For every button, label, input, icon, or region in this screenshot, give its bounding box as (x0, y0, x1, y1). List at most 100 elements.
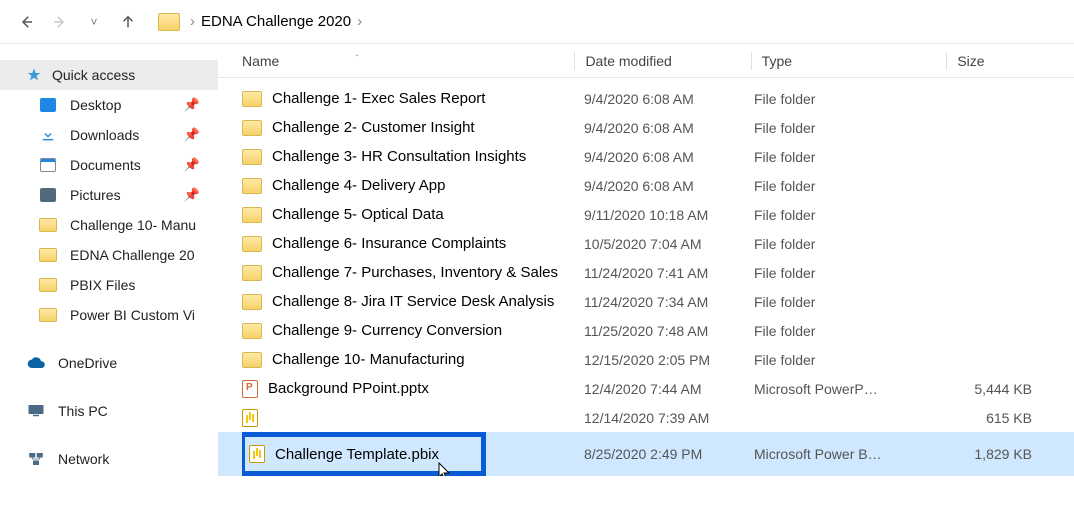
file-row[interactable]: Challenge Template.pbix8/25/2020 2:49 PM… (218, 432, 1074, 476)
file-date: 11/24/2020 7:34 AM (584, 294, 754, 310)
file-date: 9/11/2020 10:18 AM (584, 207, 754, 223)
pptx-icon (242, 380, 258, 398)
file-type: File folder (754, 120, 944, 136)
folder-icon (242, 207, 262, 223)
file-name: Challenge 8- Jira IT Service Desk Analys… (272, 293, 554, 310)
sort-indicator-icon: ＾ (351, 53, 362, 69)
pbix-icon (242, 409, 258, 427)
file-type: File folder (754, 294, 944, 310)
file-date: 11/24/2020 7:41 AM (584, 265, 754, 281)
sidebar-item-label: This PC (58, 403, 108, 419)
pictures-icon (40, 188, 56, 202)
file-row[interactable]: Challenge 4- Delivery App9/4/2020 6:08 A… (218, 171, 1074, 200)
file-row[interactable]: Challenge 9- Currency Conversion 11/25/20… (218, 316, 1074, 345)
navigation-pane: Quick access Desktop 📌 Downloads 📌 Docum… (0, 44, 218, 524)
file-type: File folder (754, 149, 944, 165)
file-row[interactable]: Challenge 8- Jira IT Service Desk Analys… (218, 287, 1074, 316)
file-date: 9/4/2020 6:08 AM (584, 91, 754, 107)
folder-icon (242, 178, 262, 194)
sidebar-item-onedrive[interactable]: OneDrive (0, 348, 218, 378)
column-header-size[interactable]: Size (957, 53, 1074, 69)
up-button[interactable] (116, 10, 140, 34)
folder-icon (242, 323, 262, 339)
sidebar-item-label: PBIX Files (70, 277, 135, 293)
sidebar-item-folder[interactable]: Power BI Custom Vi (0, 300, 218, 330)
file-name: Challenge 9- Currency Conversion (272, 322, 502, 339)
file-name: Challenge 7- Purchases, Inventory & Sale… (272, 264, 558, 281)
forward-button[interactable] (48, 10, 72, 34)
sidebar-item-folder[interactable]: Challenge 10- Manu (0, 210, 218, 240)
quick-access-header[interactable]: Quick access (0, 60, 218, 90)
sidebar-item-label: OneDrive (58, 355, 117, 371)
documents-icon (40, 158, 56, 172)
file-name: Background PPoint.pptx (268, 380, 429, 397)
pin-icon: 📌 (184, 187, 200, 203)
sidebar-item-folder[interactable]: EDNA Challenge 20 (0, 240, 218, 270)
file-name: Challenge 2- Customer Insight (272, 119, 475, 136)
folder-icon (39, 278, 57, 292)
file-date: 12/15/2020 2:05 PM (584, 352, 754, 368)
thispc-icon (26, 402, 46, 420)
chevron-right-icon[interactable]: › (190, 13, 195, 30)
sidebar-item-thispc[interactable]: This PC (0, 396, 218, 426)
sidebar-item-folder[interactable]: PBIX Files (0, 270, 218, 300)
file-row[interactable]: Background PPoint.pptx 12/4/2020 7:44 AMM… (218, 374, 1074, 403)
desktop-icon (40, 98, 56, 112)
pbix-icon (249, 445, 265, 463)
file-date: 12/4/2020 7:44 AM (584, 381, 754, 397)
pin-icon: 📌 (184, 157, 200, 173)
sidebar-item-label: Pictures (70, 187, 121, 203)
folder-icon (39, 218, 57, 232)
file-date: 11/25/2020 7:48 AM (584, 323, 754, 339)
file-type: File folder (754, 323, 944, 339)
address-bar: ˅ › EDNA Challenge 2020 › (0, 0, 1074, 44)
file-date: 9/4/2020 6:08 AM (584, 149, 754, 165)
file-date: 9/4/2020 6:08 AM (584, 120, 754, 136)
folder-icon (242, 91, 262, 107)
file-type: File folder (754, 178, 944, 194)
sidebar-item-label: Challenge 10- Manu (70, 217, 196, 233)
file-type: Microsoft Power B… (754, 446, 944, 462)
file-type: File folder (754, 207, 944, 223)
file-name: Challenge 10- Manufacturing (272, 351, 465, 368)
breadcrumb[interactable]: › EDNA Challenge 2020 › (150, 13, 368, 31)
sidebar-item-label: Network (58, 451, 109, 467)
pin-icon: 📌 (184, 127, 200, 143)
file-row[interactable]: Challenge 5- Optical Data9/11/2020 10:18… (218, 200, 1074, 229)
file-row[interactable]: Challenge 3- HR Consultation Insights9/4… (218, 142, 1074, 171)
pin-icon: 📌 (184, 97, 200, 113)
folder-icon (242, 120, 262, 136)
file-row[interactable]: Challenge 7- Purchases, Inventory & Sale… (218, 258, 1074, 287)
file-date: 9/4/2020 6:08 AM (584, 178, 754, 194)
column-header-name[interactable]: Name ＾ (242, 53, 574, 69)
file-type: Microsoft PowerP… (754, 381, 944, 397)
file-type: File folder (754, 236, 944, 252)
back-button[interactable] (14, 10, 38, 34)
file-date: 12/14/2020 7:39 AM (584, 410, 754, 426)
sidebar-item-label: Desktop (70, 97, 121, 113)
sidebar-item-pictures[interactable]: Pictures 📌 (0, 180, 218, 210)
star-icon (26, 67, 42, 83)
folder-icon (39, 248, 57, 262)
column-header-type[interactable]: Type (762, 53, 947, 69)
folder-icon (242, 352, 262, 368)
file-row[interactable]: Challenge 2- Customer Insight 9/4/2020 6:… (218, 113, 1074, 142)
sidebar-item-documents[interactable]: Documents 📌 (0, 150, 218, 180)
file-row[interactable]: Challenge 1- Exec Sales Report9/4/2020 6… (218, 84, 1074, 113)
file-list-pane: Name ＾ Date modified Type Size Challenge… (218, 44, 1074, 524)
recent-locations-dropdown[interactable]: ˅ (82, 10, 106, 34)
breadcrumb-folder[interactable]: EDNA Challenge 2020 (201, 13, 351, 30)
file-type: File folder (754, 265, 944, 281)
folder-icon (242, 149, 262, 165)
column-header-date[interactable]: Date modified (585, 53, 750, 69)
file-row[interactable]: 12/14/2020 7:39 AM615 KB (218, 403, 1074, 432)
onedrive-icon (26, 354, 46, 372)
sidebar-item-label: EDNA Challenge 20 (70, 247, 195, 263)
file-name: Challenge 6- Insurance Complaints (272, 235, 506, 252)
chevron-right-icon[interactable]: › (357, 13, 362, 30)
file-row[interactable]: Challenge 6- Insurance Complaints10/5/20… (218, 229, 1074, 258)
sidebar-item-downloads[interactable]: Downloads 📌 (0, 120, 218, 150)
file-row[interactable]: Challenge 10- Manufacturing 12/15/2020 2:… (218, 345, 1074, 374)
sidebar-item-network[interactable]: Network (0, 444, 218, 474)
sidebar-item-desktop[interactable]: Desktop 📌 (0, 90, 218, 120)
